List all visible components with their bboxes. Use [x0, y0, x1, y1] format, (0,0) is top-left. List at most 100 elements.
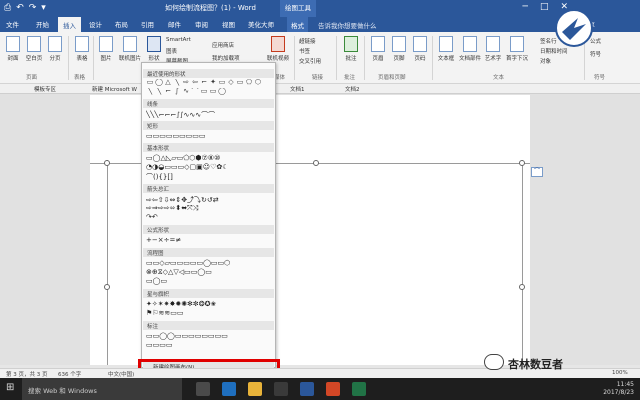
shape-row[interactable]: ▭▭◇▱▭▭▭▭▭◯▭▭⬡	[146, 259, 272, 267]
minimize-button[interactable]: ─	[523, 2, 528, 12]
date-time-button[interactable]: 日期和时间	[540, 47, 568, 55]
tab-layout[interactable]: 布局	[115, 19, 128, 29]
resize-handle[interactable]	[313, 160, 319, 166]
smartart-button[interactable]: SmartArt	[166, 37, 191, 43]
canvas-right-border	[522, 160, 523, 365]
store-icon[interactable]	[274, 382, 288, 396]
undo-icon[interactable]: ↶	[16, 3, 24, 13]
tab-review[interactable]: 审阅	[195, 19, 208, 29]
picture-button[interactable]: 图片	[96, 36, 116, 62]
shape-row[interactable]: ⇨⇦⇧⇩⇔⇕✥⤴⤵↻↺⇄	[146, 195, 272, 203]
resize-handle[interactable]	[519, 284, 525, 290]
shape-row[interactable]: ◔◑◒▭▭▭◇▢▣☺♡✿☾	[146, 163, 272, 171]
resize-handle[interactable]	[519, 160, 525, 166]
page-break-button[interactable]: 分页	[45, 36, 65, 62]
group-links: 链接	[312, 75, 324, 81]
document-tab-bar: 模板专区 新建 Microsoft W 文档1 文档2	[0, 84, 640, 94]
group-pages: 页面	[26, 75, 38, 81]
bookmark-button[interactable]: 书签	[299, 47, 310, 55]
comment-label: 批注	[345, 56, 357, 62]
shape-row[interactable]: ╲ ╲ ⌐ ∫ ∿ ⌒ ▭ ▭ ◯	[146, 88, 272, 96]
resize-handle[interactable]	[104, 284, 110, 290]
word-count[interactable]: 636 个字	[58, 370, 81, 378]
shapes-button[interactable]: 形状	[144, 36, 164, 62]
shape-row[interactable]: ▭▭◯◯▭▭▭▭▭▭▭▭	[146, 332, 272, 340]
shape-row[interactable]: ▭ ◯ △ ╲ ⇨ ⇦ ⌐ ✦ ▭ ◇ ▭ ⬠ ⬡	[146, 79, 272, 87]
tab-references[interactable]: 引用	[141, 19, 154, 29]
shape-row[interactable]: ⇨⇒⇨⇨⬄⬍⬌⤧⤨	[146, 204, 272, 212]
online-picture-button[interactable]: 联机图片	[118, 36, 142, 62]
cross-reference-button[interactable]: 交叉引用	[299, 57, 321, 65]
online-video-button[interactable]: 联机视频	[266, 36, 290, 62]
blank-page-button[interactable]: 空白页	[24, 36, 44, 62]
layout-options-icon[interactable]: ⌒	[531, 167, 543, 177]
shape-row[interactable]: ▭▭▭▭	[146, 341, 272, 349]
customize-qat-icon[interactable]: ▾	[41, 3, 46, 13]
doc-tab-doc1[interactable]: 文档1	[290, 85, 305, 93]
doc-tab-templates[interactable]: 模板专区	[34, 85, 56, 93]
task-view-icon[interactable]	[196, 382, 210, 396]
symbol-button[interactable]: 符号	[590, 50, 601, 58]
cover-page-button[interactable]: 封面	[3, 36, 23, 62]
hyperlink-button[interactable]: 超链接	[299, 37, 316, 45]
drop-cap-icon	[510, 36, 524, 52]
watermark-text: 杏林数豆者	[508, 358, 563, 371]
system-clock[interactable]: 11:45 2017/8/23	[603, 381, 634, 397]
zoom-level[interactable]: 100%	[612, 370, 628, 376]
blank-page-icon	[27, 36, 41, 52]
tell-me-search[interactable]: 告诉我你想要做什么	[318, 20, 377, 30]
tab-design[interactable]: 设计	[89, 19, 102, 29]
shape-row[interactable]: +−×÷=≠	[146, 236, 272, 244]
file-explorer-icon[interactable]	[248, 382, 262, 396]
picture-icon	[99, 36, 113, 52]
redo-icon[interactable]: ↷	[29, 3, 37, 13]
shapes-icon	[147, 36, 161, 52]
shape-row[interactable]: ▭▭▭▭▭▭▭▭▭	[146, 132, 272, 140]
tab-view[interactable]: 视图	[222, 19, 235, 29]
window-title: 如何绘制流程图？(1) - Word	[165, 4, 256, 12]
word-icon[interactable]	[300, 382, 314, 396]
shape-row[interactable]: ⚑⚐≋≋▭▭	[146, 309, 272, 317]
powerpoint-icon[interactable]	[326, 382, 340, 396]
tab-format[interactable]: 格式	[287, 17, 308, 32]
shape-row[interactable]: ✦✧✶✷✸✹✺✻✼❂✪✬	[146, 300, 272, 308]
edge-icon[interactable]	[222, 382, 236, 396]
tab-mailings[interactable]: 邮件	[168, 19, 181, 29]
doc-tab-doc2[interactable]: 文档2	[345, 85, 360, 93]
shape-row[interactable]: ↷↶	[146, 213, 272, 221]
language[interactable]: 中文(中国)	[108, 370, 134, 378]
chart-button[interactable]: 图表	[166, 47, 177, 55]
my-addins-button[interactable]: 我的加载项	[212, 54, 240, 62]
shape-row[interactable]: ▭◯△◺▱▭⬠⬡⬢⑦⑧⑩	[146, 154, 272, 162]
page-number-button[interactable]: 页码	[410, 36, 430, 62]
taskbar-search-box[interactable]: 搜索 Web 和 Windows	[22, 378, 182, 400]
clock-time: 11:45	[616, 381, 634, 388]
store-button[interactable]: 应用商店	[212, 41, 234, 49]
tab-file[interactable]: 文件	[6, 19, 19, 29]
shape-row[interactable]: ⌒(){}[]	[146, 172, 272, 180]
section-flowchart: 流程图	[143, 248, 274, 257]
doc-tab-new-word[interactable]: 新建 Microsoft W	[92, 85, 137, 93]
excel-icon[interactable]	[352, 382, 366, 396]
comment-button[interactable]: 批注	[341, 36, 361, 62]
windows-start-icon[interactable]: ⊞	[6, 382, 14, 393]
shape-row[interactable]: ⊗⊕⧖◇△▽◁▭▭◯▭	[146, 268, 272, 276]
save-icon[interactable]: ⎙	[4, 3, 11, 13]
tab-insert[interactable]: 插入	[58, 17, 81, 32]
header-button[interactable]: 页眉	[368, 36, 388, 62]
shape-row[interactable]: ▭◯▭	[146, 277, 272, 285]
page-break-icon	[48, 36, 62, 52]
drop-cap-button[interactable]: 首字下沉	[505, 36, 529, 62]
tab-home[interactable]: 开始	[36, 19, 49, 29]
footer-button[interactable]: 页脚	[389, 36, 409, 62]
wordart-button[interactable]: 艺术字	[483, 36, 503, 62]
tab-beautify[interactable]: 美化大师	[248, 19, 274, 29]
shape-row[interactable]: ╲╲╲⌐⌐⌐∫∫∿∿∿⌒⌒	[146, 110, 272, 118]
textbox-button[interactable]: 文本框	[435, 36, 457, 62]
section-basic-shapes: 基本形状	[143, 143, 274, 152]
table-button[interactable]: 表格	[72, 36, 92, 62]
object-button[interactable]: 对象	[540, 57, 551, 65]
resize-handle[interactable]	[104, 160, 110, 166]
page-count[interactable]: 第 3 页，共 3 页	[6, 370, 48, 378]
quick-parts-button[interactable]: 文档部件	[458, 36, 482, 62]
